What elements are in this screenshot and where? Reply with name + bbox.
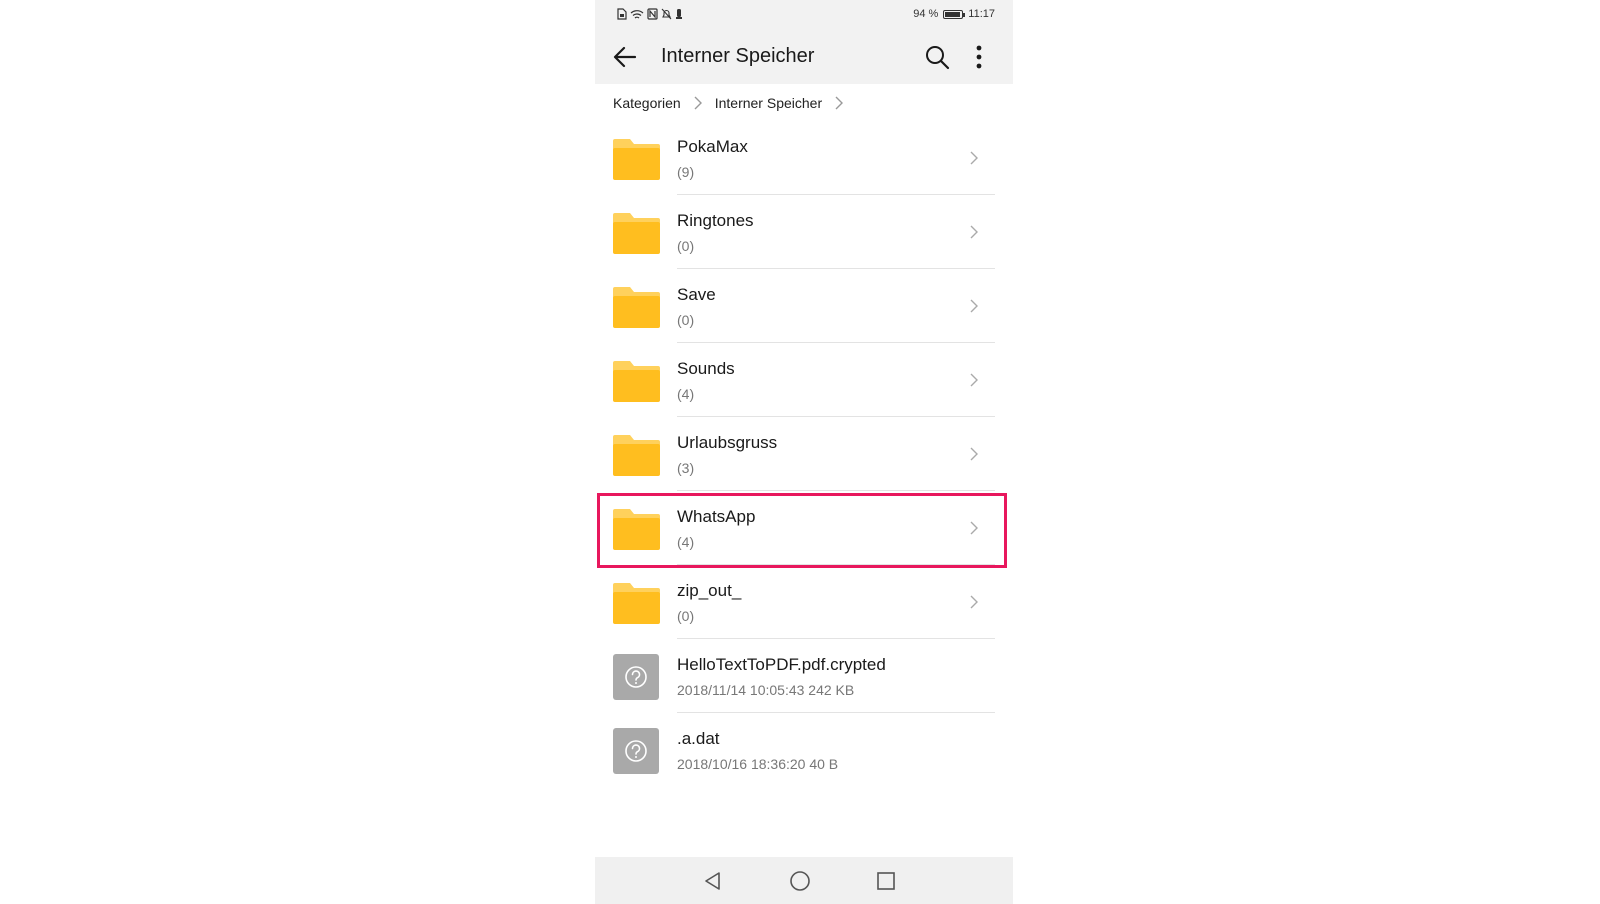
unknown-file-icon xyxy=(613,654,659,700)
status-icons-left xyxy=(617,8,683,20)
home-circle-icon[interactable] xyxy=(788,869,812,893)
question-mark-icon xyxy=(625,666,647,688)
breadcrumb-item-interner-speicher[interactable]: Interner Speicher xyxy=(715,95,822,111)
file-name: Save xyxy=(677,285,716,304)
back-triangle-icon[interactable] xyxy=(701,869,725,893)
chevron-right-icon xyxy=(970,225,978,239)
sim-icon xyxy=(617,8,627,20)
arrow-left-icon[interactable] xyxy=(611,43,639,71)
breadcrumb: Kategorien Interner Speicher xyxy=(613,95,856,111)
file-name: Urlaubsgruss xyxy=(677,433,778,452)
file-name: HelloTextToPDF.pdf.crypted xyxy=(677,655,886,674)
search-icon[interactable] xyxy=(923,43,951,71)
file-name: .a.dat xyxy=(677,729,720,748)
folder-icon xyxy=(613,287,660,328)
more-vertical-icon[interactable] xyxy=(969,43,989,71)
question-mark-icon xyxy=(625,740,647,762)
chevron-right-icon xyxy=(970,447,978,461)
chevron-right-icon xyxy=(694,96,702,110)
folder-icon xyxy=(613,435,660,476)
file-name: Sounds xyxy=(677,359,735,378)
item-count: (9) xyxy=(677,164,695,180)
item-count: (4) xyxy=(677,386,695,402)
folder-row[interactable]: PokaMax (9) xyxy=(595,121,1013,195)
chevron-right-icon xyxy=(970,373,978,387)
chevron-right-icon xyxy=(970,151,978,165)
folder-icon xyxy=(613,361,660,402)
recents-square-icon[interactable] xyxy=(874,869,898,893)
file-name: WhatsApp xyxy=(677,507,756,526)
folder-row[interactable]: Sounds (4) xyxy=(595,343,1013,417)
file-details: 2018/10/16 18:36:20 40 B xyxy=(677,756,839,772)
folder-icon xyxy=(613,509,660,550)
chevron-right-icon xyxy=(970,299,978,313)
folder-icon xyxy=(613,583,660,624)
folder-row[interactable]: WhatsApp (4) xyxy=(595,491,1013,568)
battery-icon xyxy=(943,9,966,19)
folder-icon xyxy=(613,213,660,254)
folder-row[interactable]: Urlaubsgruss (3) xyxy=(595,417,1013,491)
file-details: 2018/11/14 10:05:43 242 KB xyxy=(677,682,855,698)
folder-row[interactable]: Ringtones (0) xyxy=(595,195,1013,269)
wifi-icon xyxy=(630,9,644,19)
page-title: Interner Speicher xyxy=(661,45,815,67)
clock: 11:17 xyxy=(968,8,995,20)
file-name: Ringtones xyxy=(677,211,754,230)
notification-icon xyxy=(676,9,682,19)
breadcrumb-item-kategorien[interactable]: Kategorien xyxy=(613,95,681,111)
item-count: (0) xyxy=(677,238,695,254)
status-bar: 94 % 11:17 xyxy=(595,0,1013,30)
item-count: (0) xyxy=(677,608,695,624)
mute-icon xyxy=(661,8,672,20)
phone-screen: 94 % 11:17 Interner Speicher Kategorien … xyxy=(595,0,1013,904)
item-count: (3) xyxy=(677,460,695,476)
status-icons-right: 94 % 11:17 xyxy=(913,8,995,20)
file-list: PokaMax (9) Ringtones (0) Save (0) Sounds (4) Ur… xyxy=(595,121,1013,787)
battery-percent: 94 % xyxy=(913,8,939,20)
item-count: (4) xyxy=(677,534,695,550)
nfc-icon xyxy=(647,8,658,20)
navigation-bar xyxy=(595,857,1013,904)
chevron-right-icon xyxy=(970,595,978,609)
unknown-file-icon xyxy=(613,728,659,774)
app-bar: Interner Speicher xyxy=(595,30,1013,84)
battery-fill xyxy=(945,11,961,17)
file-row[interactable]: .a.dat 2018/10/16 18:36:20 40 B xyxy=(595,713,1013,787)
folder-row[interactable]: zip_out_ (0) xyxy=(595,565,1013,639)
file-row[interactable]: HelloTextToPDF.pdf.crypted 2018/11/14 10:… xyxy=(595,639,1013,713)
chevron-right-icon xyxy=(835,96,844,110)
item-count: (0) xyxy=(677,312,695,328)
file-name: PokaMax xyxy=(677,137,748,156)
file-name: zip_out_ xyxy=(677,581,742,600)
folder-row[interactable]: Save (0) xyxy=(595,269,1013,343)
chevron-right-icon xyxy=(970,521,978,535)
folder-icon xyxy=(613,139,660,180)
